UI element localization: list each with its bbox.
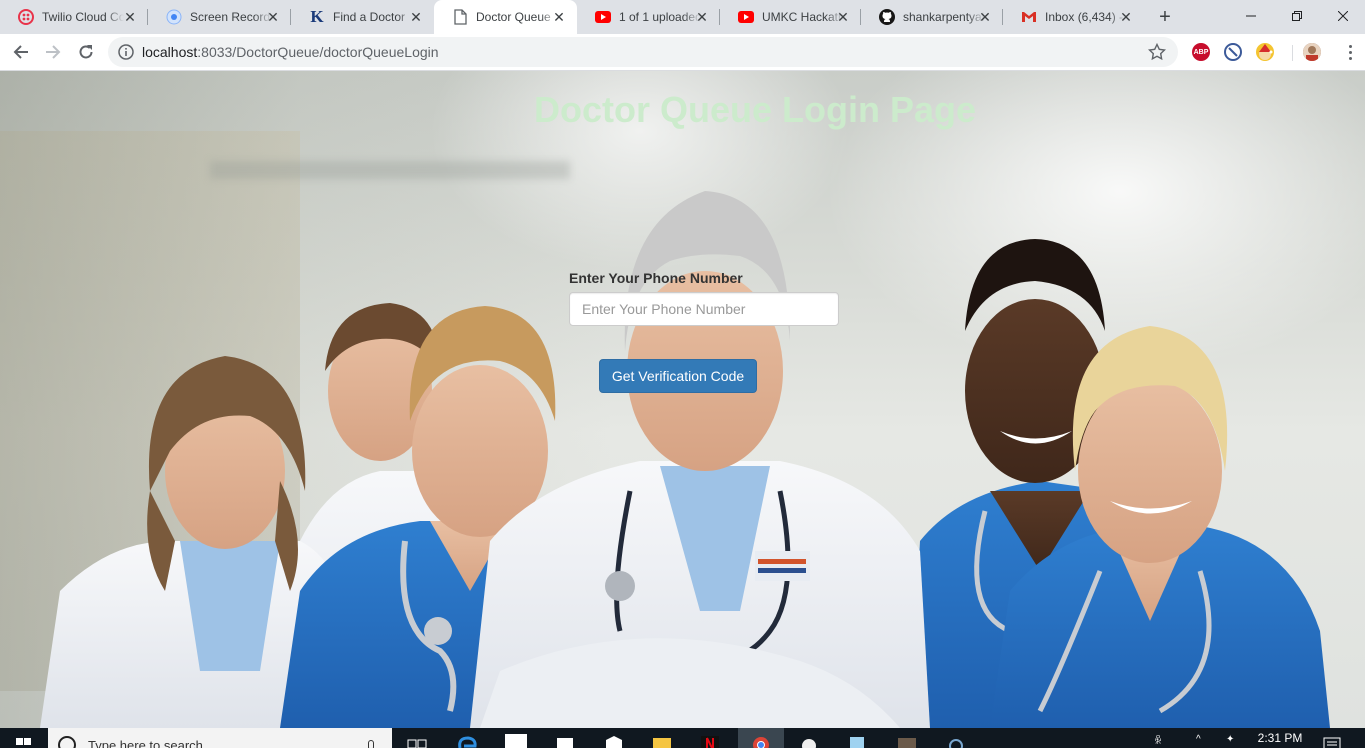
phone-number-label: Enter Your Phone Number [569, 270, 743, 286]
tab-title: Twilio Cloud Co [42, 10, 124, 24]
page-viewport: Doctor Queue Login Page Enter Your Phone… [0, 71, 1365, 728]
tab-title: 1 of 1 uploaded [619, 10, 701, 24]
reload-button[interactable] [73, 39, 99, 65]
windows-taskbar: Type here to search ꆜ ^ ✦ 2:31 PM [0, 728, 1365, 748]
url-text: localhost:8033/DoctorQueue/doctorQueueLo… [142, 44, 439, 60]
task-view-icon[interactable] [406, 734, 428, 748]
paint-icon[interactable] [798, 734, 820, 748]
taskbar-search-box[interactable]: Type here to search [48, 728, 392, 748]
twilio-icon [18, 9, 34, 25]
toolbar-divider [1292, 45, 1293, 61]
minimize-button[interactable] [1228, 0, 1274, 32]
url-host: localhost [142, 44, 198, 60]
taskbar-search-placeholder: Type here to search [88, 738, 203, 748]
amazon-icon[interactable] [505, 734, 527, 748]
mail-icon[interactable] [603, 734, 625, 748]
start-button[interactable] [0, 728, 48, 748]
santa-hat-icon [1259, 44, 1273, 60]
notepad-icon[interactable] [846, 734, 868, 748]
close-icon[interactable]: ✕ [835, 9, 851, 25]
close-icon[interactable]: ✕ [408, 9, 424, 25]
netflix-icon[interactable] [699, 734, 721, 748]
tab-doctor-queue[interactable]: Doctor Queue ✕ [434, 0, 577, 34]
tab-twilio[interactable]: Twilio Cloud Co ✕ [0, 0, 148, 34]
tab-github[interactable]: shankarpentyala ✕ [861, 0, 1003, 34]
github-icon [879, 9, 895, 25]
santa-extension-icon[interactable] [1256, 43, 1274, 61]
tab-find-a-doctor[interactable]: K Find a Doctor ✕ [291, 0, 434, 34]
url-path: :8033/DoctorQueue/doctorQueueLogin [197, 44, 439, 60]
restore-icon [1292, 11, 1302, 21]
adblock-plus-icon[interactable]: ABP [1192, 43, 1210, 61]
tab-gmail-inbox[interactable]: Inbox (6,434) - ✕ [1003, 0, 1144, 34]
block-slash-icon [1228, 47, 1238, 57]
close-window-button[interactable] [1320, 0, 1365, 32]
arrow-left-icon [13, 45, 28, 59]
profile-avatar[interactable] [1303, 43, 1321, 61]
chevron-up-icon[interactable]: ^ [1196, 734, 1201, 745]
minimize-icon [1246, 15, 1256, 17]
close-icon[interactable]: ✕ [551, 9, 567, 25]
search-icon [58, 736, 76, 748]
info-icon[interactable] [118, 44, 134, 60]
restore-button[interactable] [1274, 0, 1320, 32]
close-icon[interactable]: ✕ [694, 9, 710, 25]
close-icon[interactable]: ✕ [1118, 9, 1134, 25]
store-icon[interactable] [554, 734, 576, 748]
get-verification-code-button[interactable]: Get Verification Code [599, 359, 757, 393]
new-tab-button[interactable]: + [1153, 5, 1177, 29]
back-button[interactable] [8, 39, 34, 65]
screen-recorder-icon [166, 9, 182, 25]
close-icon[interactable]: ✕ [122, 9, 138, 25]
edge-browser-icon[interactable] [456, 734, 478, 748]
close-icon [1338, 11, 1348, 21]
address-bar[interactable]: localhost:8033/DoctorQueue/doctorQueueLo… [108, 37, 1178, 67]
people-icon[interactable]: ꆜ [1154, 734, 1162, 747]
tab-title: Inbox (6,434) - [1045, 10, 1124, 24]
reload-icon [79, 45, 93, 59]
close-icon[interactable]: ✕ [977, 9, 993, 25]
tab-title: Find a Doctor [333, 10, 406, 24]
tab-title: UMKC Hackathon [762, 10, 844, 24]
bookmark-star-icon[interactable] [1148, 43, 1166, 61]
file-explorer-icon[interactable] [651, 734, 673, 748]
youtube-icon [595, 9, 611, 25]
medical-staff-background-image [40, 191, 1330, 728]
block-icon[interactable] [1224, 43, 1242, 61]
media-app-icon[interactable] [896, 734, 918, 748]
windows-logo-icon [16, 738, 31, 745]
gmail-icon [1021, 9, 1037, 25]
page-title: Doctor Queue Login Page [533, 89, 977, 130]
dropbox-icon[interactable]: ✦ [1226, 734, 1234, 745]
forward-button[interactable] [40, 39, 66, 65]
tab-umkc-hackathon[interactable]: UMKC Hackathon ✕ [720, 0, 861, 34]
browser-menu-button[interactable] [1340, 42, 1360, 62]
tab-screen-recorder[interactable]: Screen Recorder ✕ [148, 0, 291, 34]
login-form: Enter Your Phone Number Get Verification… [569, 270, 839, 393]
close-icon[interactable]: ✕ [265, 9, 281, 25]
k-logo-icon: K [310, 7, 324, 26]
tab-title: Screen Recorder [190, 10, 272, 24]
youtube-icon [738, 9, 754, 25]
browser-toolbar: localhost:8033/DoctorQueue/doctorQueueLo… [0, 34, 1365, 71]
phone-number-input[interactable] [569, 292, 839, 326]
tab-title: shankarpentyala [903, 10, 985, 24]
notifications-icon[interactable] [1322, 735, 1342, 748]
tab-title: Doctor Queue [476, 10, 551, 24]
arrow-right-icon [46, 45, 61, 59]
tab-strip: Twilio Cloud Co ✕ Screen Recorder ✕ K Fi… [0, 0, 1365, 34]
page-icon [452, 9, 468, 25]
avatar-icon [1303, 43, 1321, 61]
microphone-icon[interactable] [368, 740, 374, 748]
taskbar-clock[interactable]: 2:31 PM [1254, 731, 1306, 745]
chrome-icon[interactable] [750, 734, 772, 748]
cortana-icon[interactable] [945, 734, 967, 748]
tab-youtube-upload[interactable]: 1 of 1 uploaded ✕ [577, 0, 720, 34]
